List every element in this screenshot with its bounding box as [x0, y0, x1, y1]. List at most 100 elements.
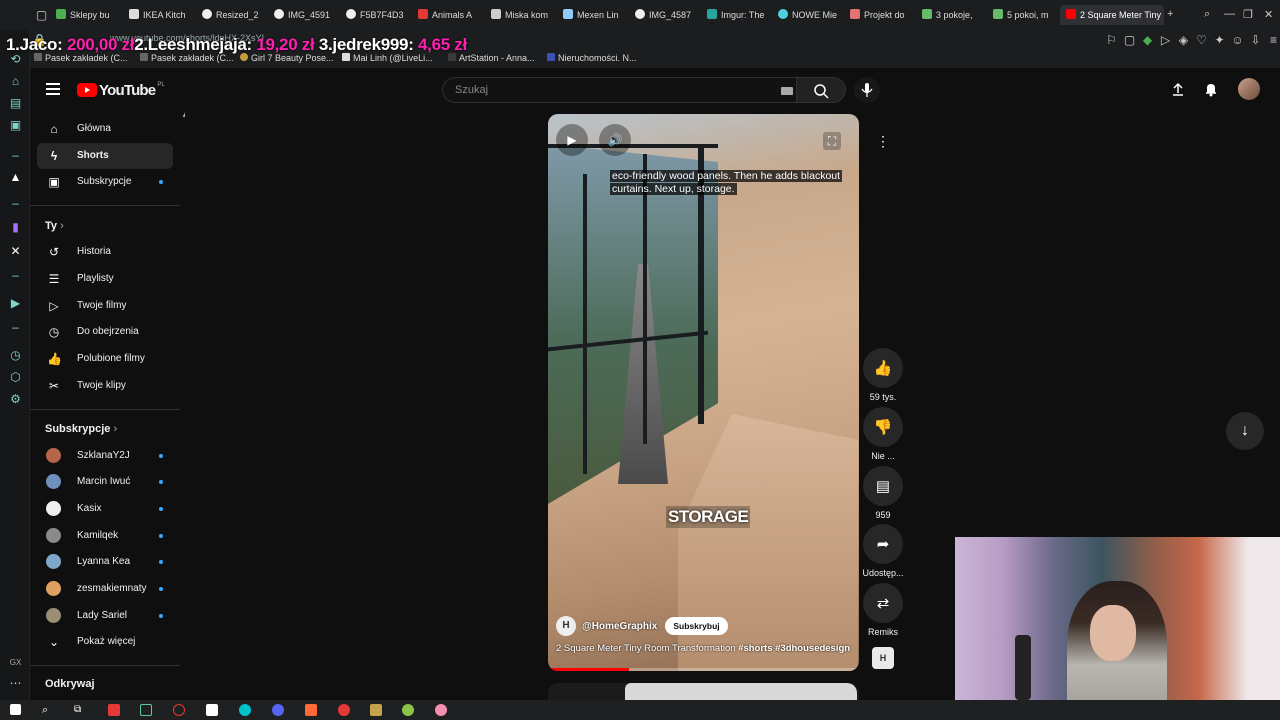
nav-liked[interactable]: 👍 Polubione filmy [37, 346, 173, 372]
maximize-icon[interactable]: ❐ [1243, 8, 1253, 21]
tab[interactable]: NOWE Mie [778, 5, 840, 25]
task-view-icon[interactable]: ⧉ [74, 704, 86, 716]
heart-icon[interactable]: ♡ [1194, 33, 1209, 48]
tab[interactable]: 3 pokoje, [922, 5, 984, 25]
play-icon[interactable]: ▷ [1158, 33, 1173, 48]
tab[interactable]: Projekt do [850, 5, 912, 25]
profile-icon[interactable]: ☺ [1230, 33, 1245, 48]
show-more-button[interactable]: ⌄ Pokaż więcej [37, 629, 173, 655]
subscription-item[interactable]: Kamilqek [37, 523, 173, 549]
comments-action[interactable]: ▤ 959 [862, 466, 904, 520]
x-icon[interactable]: ✕ [8, 244, 23, 259]
messenger-icon[interactable]: ▣ [8, 118, 23, 133]
nav-watch-later[interactable]: ◷ Do obejrzenia [37, 319, 173, 345]
subscription-item[interactable]: Lyanna Kea [37, 549, 173, 575]
app-icon[interactable] [435, 704, 447, 716]
settings-icon[interactable]: ⚙ [8, 392, 23, 407]
subscription-item[interactable]: Lady Sariel [37, 603, 173, 629]
next-short-preview[interactable] [548, 683, 859, 700]
nav-history[interactable]: ↺ Historia [37, 239, 173, 265]
progress-bar[interactable] [548, 668, 859, 671]
nav-clips[interactable]: ✂ Twoje klipy [37, 373, 173, 399]
tab[interactable]: Imgur: The [707, 5, 769, 25]
tab[interactable]: F5B7F4D3 [346, 5, 408, 25]
subscription-item[interactable]: Kasix [37, 496, 173, 522]
section-you[interactable]: Ty › [45, 220, 64, 232]
clock-icon[interactable]: ◷ [8, 348, 23, 363]
player-icon[interactable]: ▶ [8, 296, 23, 311]
minimize-icon[interactable]: — [1224, 8, 1235, 20]
menu-icon[interactable] [46, 83, 60, 95]
dislike-action[interactable]: 👎 Nie ... [862, 407, 904, 461]
search-input[interactable] [455, 84, 775, 96]
tab[interactable]: Miska kom [491, 5, 553, 25]
section-subscriptions[interactable]: Subskrypcje › [45, 423, 117, 435]
app-icon[interactable] [402, 704, 414, 716]
channel-name[interactable]: @HomeGraphix [582, 621, 657, 632]
volume-button[interactable]: 🔊 [599, 124, 631, 156]
tab[interactable]: Animals A [418, 5, 480, 25]
video-title[interactable]: 2 Square Meter Tiny Room Transformation … [556, 643, 850, 654]
nav-shorts[interactable]: ϟ Shorts [37, 143, 173, 169]
tab[interactable]: Sklepy bu [56, 5, 120, 25]
title-hashtags[interactable]: #shorts #3dhousedesign [738, 643, 850, 654]
remix-action[interactable]: ⇄ Remiks [862, 583, 904, 637]
shield-icon[interactable]: ◆ [1140, 33, 1155, 48]
tab[interactable]: IKEA Kitch [129, 5, 191, 25]
shorts-player[interactable]: ▶ 🔊 ⛶ eco-friendly wood panels. Then he … [548, 114, 859, 671]
nav-playlists[interactable]: ☰ Playlisty [37, 266, 173, 292]
gx-icon[interactable]: GX [8, 655, 23, 670]
share-action[interactable]: ➦ Udostęp... [862, 524, 904, 578]
tab[interactable]: Resized_2 [202, 5, 264, 25]
app-icon[interactable] [338, 704, 350, 716]
subscribe-button[interactable]: Subskrybuj [665, 617, 728, 635]
keyboard-icon[interactable] [781, 87, 793, 95]
upload-icon[interactable] [1170, 81, 1186, 97]
tab[interactable]: IMG_4591 [274, 5, 336, 25]
arrow-icon[interactable]: ▲ [8, 170, 23, 185]
subscription-item[interactable]: zesmakiemnaty [37, 576, 173, 602]
scroll-up-icon[interactable]: ▲ [181, 110, 185, 119]
extensions-icon[interactable]: ✦ [1212, 33, 1227, 48]
channel-avatar[interactable]: H [556, 616, 576, 636]
account-avatar[interactable] [1238, 78, 1260, 100]
download-icon[interactable]: ⇩ [1248, 33, 1263, 48]
extensions-icon[interactable]: ⬡ [8, 370, 23, 385]
section-explore[interactable]: Odkrywaj [45, 678, 95, 690]
tab-menu-icon[interactable]: ▢ [34, 8, 49, 23]
workspace-icon[interactable]: ▤ [8, 96, 23, 111]
search-tabs-icon[interactable]: ⌕ [1204, 8, 1210, 21]
bookmark-icon[interactable]: ⚐ [1104, 33, 1119, 48]
menu-icon[interactable]: ≡ [1266, 33, 1280, 48]
play-button[interactable]: ▶ [556, 124, 588, 156]
subscription-item[interactable]: SzklanaY2J [37, 443, 173, 469]
nav-home[interactable]: ⌂ Główna [37, 116, 173, 142]
sound-thumbnail[interactable]: H [872, 647, 894, 669]
screenshot-icon[interactable]: ▢ [1122, 33, 1137, 48]
notion-icon[interactable] [206, 704, 218, 716]
aria-icon[interactable]: ⌂ [8, 74, 23, 89]
app-icon[interactable] [173, 704, 185, 716]
opera-gx-icon[interactable] [108, 704, 120, 716]
youtube-logo[interactable]: YouTube PL [77, 81, 165, 99]
app-icon[interactable] [140, 704, 152, 716]
like-action[interactable]: 👍 59 tys. [862, 348, 904, 402]
search-button[interactable] [796, 77, 846, 103]
windows-start-icon[interactable] [10, 704, 21, 715]
tab[interactable]: IMG_4587 [635, 5, 697, 25]
notifications-icon[interactable] [1203, 81, 1219, 97]
subscription-item[interactable]: Marcin Iwuć [37, 469, 173, 495]
tab-active[interactable]: 2 Square Meter Tiny [1060, 5, 1164, 25]
new-tab-button[interactable]: + [1167, 8, 1173, 20]
next-short-button[interactable]: ↓ [1226, 412, 1264, 450]
tab[interactable]: Mexen Lin [563, 5, 625, 25]
twitch-icon[interactable]: ▮ [8, 220, 23, 235]
canva-icon[interactable] [239, 704, 251, 716]
more-options-icon[interactable]: ⋮ [872, 130, 894, 152]
vpn-icon[interactable]: ◈ [1176, 33, 1191, 48]
league-icon[interactable] [370, 704, 382, 716]
tab[interactable]: 5 pokoi, m [993, 5, 1055, 25]
bookmark-item[interactable]: Nieruchomości. N... [547, 53, 637, 63]
more-icon[interactable]: ⋯ [8, 676, 23, 691]
nav-your-videos[interactable]: ▷ Twoje filmy [37, 293, 173, 319]
